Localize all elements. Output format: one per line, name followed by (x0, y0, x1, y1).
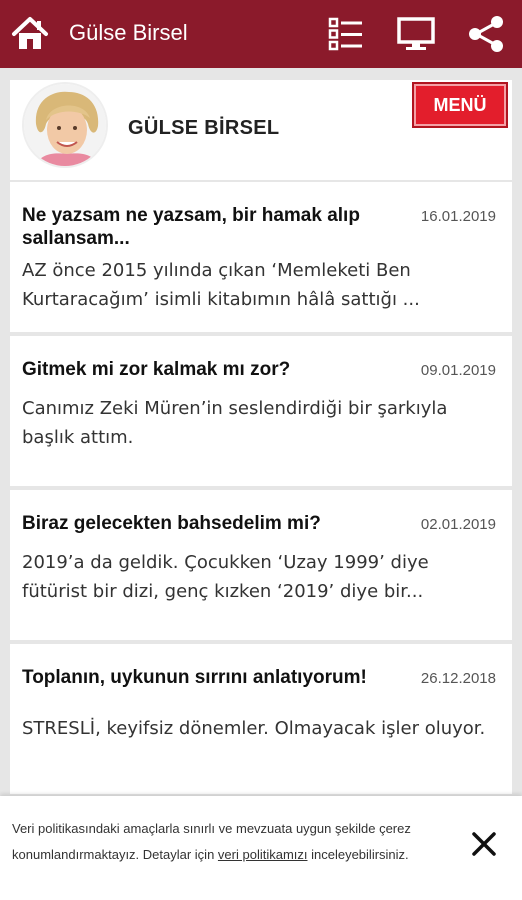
article-excerpt: AZ önce 2015 yılında çıkan ‘Memleketi Be… (22, 260, 420, 310)
cookie-text-after: inceleyebilirsiniz. (307, 847, 409, 862)
article-date: 02.01.2019 (420, 516, 496, 533)
share-icon[interactable] (466, 14, 506, 54)
top-bar: Gülse Birsel (0, 0, 522, 68)
home-icon[interactable] (10, 14, 50, 54)
article-date: 26.12.2018 (420, 670, 496, 687)
article-title[interactable]: Toplanın, uykunun sırrını anlatıyorum! (22, 666, 402, 689)
menu-button[interactable]: MENÜ (412, 82, 508, 128)
article-title[interactable]: Ne yazsam ne yazsam, bir hamak alıp sall… (22, 204, 402, 250)
article-excerpt: STRESLİ, keyifsiz dönemler. Olmayacak iş… (22, 718, 486, 739)
list-icon[interactable] (326, 14, 366, 54)
close-icon[interactable] (466, 826, 502, 862)
monitor-icon[interactable] (396, 14, 436, 54)
avatar (22, 82, 108, 168)
author-card: GÜLSE BİRSEL MENÜ (10, 80, 512, 180)
privacy-policy-link[interactable]: veri politikamızı (218, 847, 308, 862)
cookie-text: Veri politikasındaki amaçlarla sınırlı v… (12, 816, 442, 868)
article-date: 09.01.2019 (420, 362, 496, 379)
app-title: Gülse Birsel (69, 20, 188, 45)
article-date: 16.01.2019 (420, 208, 496, 225)
article-item[interactable]: Gitmek mi zor kalmak mı zor? 09.01.2019 … (10, 336, 512, 486)
article-title[interactable]: Gitmek mi zor kalmak mı zor? (22, 358, 402, 381)
article-title[interactable]: Biraz gelecekten bahsedelim mi? (22, 512, 402, 535)
article-item[interactable]: Toplanın, uykunun sırrını anlatıyorum! 2… (10, 644, 512, 794)
author-name: GÜLSE BİRSEL (128, 117, 280, 139)
article-excerpt: 2019’a da geldik. Çocukken ‘Uzay 1999’ d… (22, 552, 429, 602)
article-item[interactable]: Biraz gelecekten bahsedelim mi? 02.01.20… (10, 490, 512, 640)
article-excerpt: Canımız Zeki Müren’in seslendirdiği bir … (22, 398, 448, 448)
article-item[interactable]: Ne yazsam ne yazsam, bir hamak alıp sall… (10, 182, 512, 332)
cookie-banner: Veri politikasındaki amaçlarla sınırlı v… (0, 796, 522, 900)
